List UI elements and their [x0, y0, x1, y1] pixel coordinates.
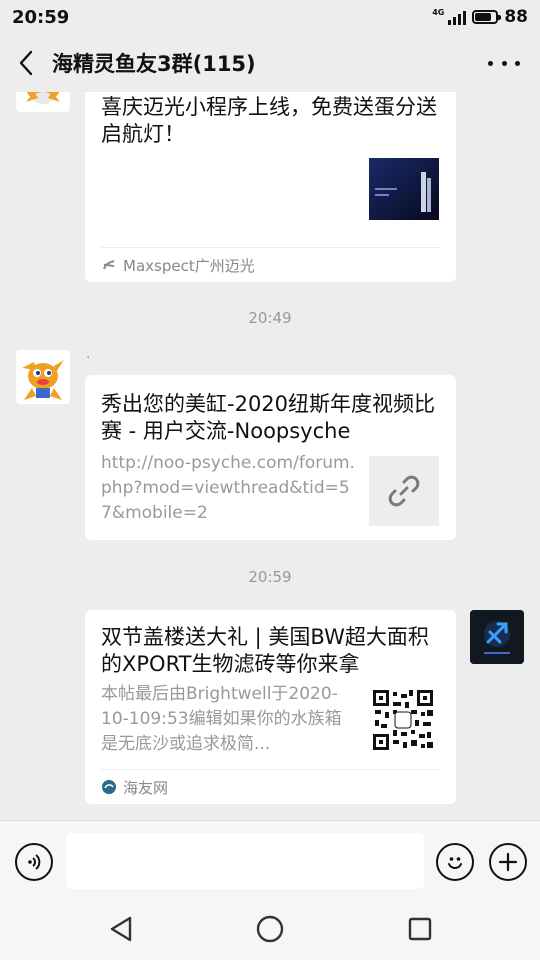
nav-home-icon — [256, 915, 284, 943]
qr-code-thumbnail — [371, 688, 441, 758]
nav-back-icon — [110, 916, 132, 942]
message-list[interactable]: 喜庆迈光小程序上线，免费送蛋分送启航灯！ Maxspect广州迈光 20:49 — [0, 92, 540, 820]
qr-code-icon — [371, 688, 435, 752]
card-title: 秀出您的美缸-2020纽斯年度视频比赛 - 用户交流-Noopsyche — [101, 392, 436, 443]
card-description: 本帖最后由Brightwell于2020-10-109:53编辑如果你的水族箱是… — [101, 684, 342, 754]
source-label: 海友网 — [123, 778, 169, 797]
message-input[interactable] — [66, 833, 424, 889]
robot-avatar-icon — [16, 350, 70, 404]
back-button[interactable] — [0, 34, 52, 92]
status-time: 20:59 — [12, 6, 70, 28]
chat-header: 海精灵鱼友3群(115) — [0, 34, 540, 92]
emoji-icon — [448, 857, 462, 869]
link-card[interactable]: 双节盖楼送大礼 | 美国BW超大面积的XPORT生物滤砖等你来拿 本帖最后由Br… — [85, 610, 456, 804]
back-icon — [19, 50, 33, 76]
battery-percent: 88 — [504, 7, 528, 27]
plus-icon — [498, 852, 518, 872]
nav-back-button[interactable] — [106, 914, 136, 944]
card-thumbnail — [369, 456, 439, 526]
system-nav-bar — [0, 900, 540, 960]
nav-home-button[interactable] — [255, 914, 285, 944]
time-label: 20:49 — [248, 309, 292, 327]
status-indicators: 4G 88 — [432, 7, 528, 27]
more-button[interactable] — [488, 52, 520, 74]
link-card[interactable]: 秀出您的美缸-2020纽斯年度视频比赛 - 用户交流-Noopsyche htt… — [85, 375, 456, 540]
more-icon — [488, 60, 493, 66]
nav-recent-button[interactable] — [405, 914, 435, 944]
input-bar — [0, 820, 540, 900]
card-title: 双节盖楼送大礼 | 美国BW超大面积的XPORT生物滤砖等你来拿 — [101, 625, 429, 676]
plus-button[interactable] — [489, 843, 527, 881]
avatar[interactable] — [16, 92, 70, 112]
card-title: 喜庆迈光小程序上线，免费送蛋分送启航灯！ — [101, 95, 437, 146]
status-bar: 20:59 4G 88 — [0, 0, 540, 34]
battery-icon — [472, 10, 502, 24]
my-avatar[interactable] — [470, 610, 524, 664]
card-source: 海友网 — [101, 769, 440, 804]
signal-icon — [448, 9, 467, 25]
sender-name: . — [86, 346, 91, 362]
avatar[interactable] — [16, 350, 70, 404]
source-label: Maxspect广州迈光 — [123, 256, 255, 275]
emoji-button[interactable] — [436, 843, 474, 881]
card-description: http://noo-psyche.com/forum.php?mod=view… — [101, 453, 355, 523]
site-logo-icon — [102, 780, 116, 794]
sagittarius-avatar-icon — [470, 610, 524, 664]
card-thumbnail — [369, 158, 439, 228]
voice-button[interactable] — [15, 843, 53, 881]
robot-avatar-icon — [16, 92, 70, 112]
link-icon — [388, 475, 420, 507]
time-label: 20:59 — [248, 568, 292, 586]
voice-icon — [28, 854, 41, 870]
network-type: 4G — [432, 8, 445, 17]
card-source: Maxspect广州迈光 — [101, 247, 440, 282]
link-card[interactable]: 喜庆迈光小程序上线，免费送蛋分送启航灯！ Maxspect广州迈光 — [85, 92, 456, 282]
chat-title: 海精灵鱼友3群(115) — [52, 52, 256, 76]
mini-program-icon — [103, 260, 115, 270]
nav-recent-icon — [408, 917, 432, 941]
